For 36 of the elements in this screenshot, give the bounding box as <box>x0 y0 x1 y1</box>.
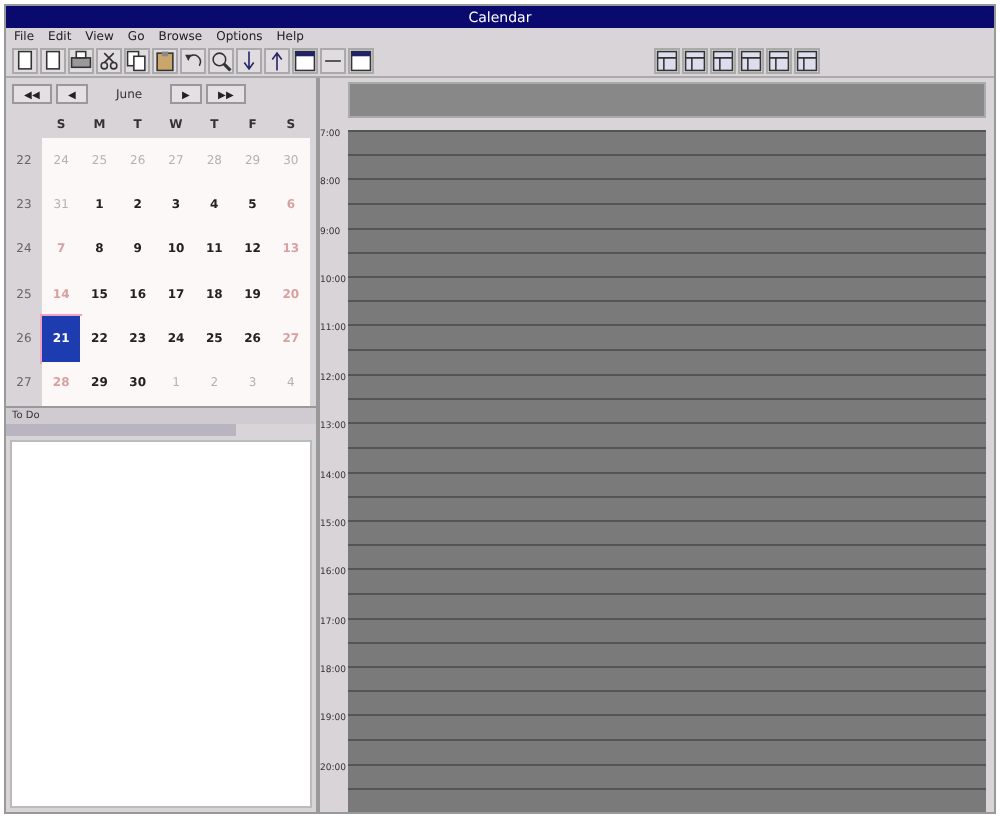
toolbar-button[interactable] <box>766 48 792 74</box>
undo-icon <box>182 50 204 72</box>
toolbar-button[interactable] <box>292 48 318 74</box>
down-arrow-icon <box>238 50 260 72</box>
toolbar-button[interactable] <box>180 48 206 74</box>
printer-icon <box>70 50 92 72</box>
document-icon <box>42 50 64 72</box>
grid-view-icon <box>656 50 678 72</box>
scissors-icon <box>98 50 120 72</box>
toolbar-button[interactable] <box>348 48 374 74</box>
toolbar-button[interactable] <box>124 48 150 74</box>
toolbar-button[interactable] <box>236 48 262 74</box>
grid-view-icon <box>684 50 706 72</box>
clipboard-icon <box>154 50 176 72</box>
toolbar-button[interactable] <box>152 48 178 74</box>
toolbar-button[interactable] <box>794 48 820 74</box>
grid-view-icon <box>712 50 734 72</box>
copy-icon <box>126 50 148 72</box>
document-icon <box>14 50 36 72</box>
toolbar-button[interactable] <box>682 48 708 74</box>
search-icon <box>210 50 232 72</box>
toolbar-button[interactable] <box>208 48 234 74</box>
grid-view-icon <box>740 50 762 72</box>
toolbar-button[interactable] <box>68 48 94 74</box>
toolbar-button[interactable] <box>738 48 764 74</box>
toolbar-button[interactable] <box>96 48 122 74</box>
toolbar-button[interactable] <box>40 48 66 74</box>
grid-view-icon <box>768 50 790 72</box>
up-arrow-icon <box>266 50 288 72</box>
toolbar-button[interactable] <box>264 48 290 74</box>
toolbar-button[interactable] <box>12 48 38 74</box>
toolbar-button[interactable] <box>654 48 680 74</box>
window-icon <box>350 50 372 72</box>
toolbar-button[interactable] <box>710 48 736 74</box>
window-icon <box>294 50 316 72</box>
grid-view-icon <box>796 50 818 72</box>
